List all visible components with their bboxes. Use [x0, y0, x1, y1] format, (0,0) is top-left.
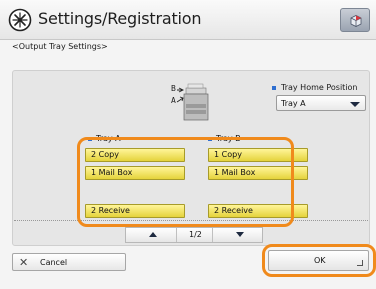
cancel-button[interactable]: ✕ Cancel — [12, 253, 126, 271]
tray-home-dropdown[interactable]: Tray A — [276, 95, 366, 111]
status-monitor-button[interactable] — [340, 8, 370, 32]
page-indicator: 1/2 — [189, 230, 202, 239]
tray-home-bullet — [272, 86, 276, 90]
screen: Settings/Registration <Output Tray Setti… — [0, 0, 376, 289]
page-down-icon[interactable] — [236, 232, 244, 237]
printer-icon — [176, 83, 209, 121]
tray-highlight-frame — [77, 137, 294, 227]
cancel-label: Cancel — [40, 258, 68, 267]
tray-home-selected: Tray A — [281, 99, 306, 108]
chevron-down-icon — [350, 102, 360, 107]
settings-registration-icon — [8, 8, 32, 32]
title-bar: Settings/Registration — [0, 0, 376, 40]
page-subtitle: <Output Tray Settings> — [12, 42, 108, 51]
close-icon: ✕ — [19, 256, 29, 269]
page-up-icon[interactable] — [149, 232, 157, 237]
status-monitor-icon — [350, 15, 362, 27]
pager-divider — [212, 228, 213, 242]
tray-home-label: Tray Home Position — [281, 83, 358, 92]
ok-highlight-frame — [262, 244, 376, 277]
page-title: Settings/Registration — [38, 9, 202, 28]
pager-divider — [176, 228, 177, 242]
